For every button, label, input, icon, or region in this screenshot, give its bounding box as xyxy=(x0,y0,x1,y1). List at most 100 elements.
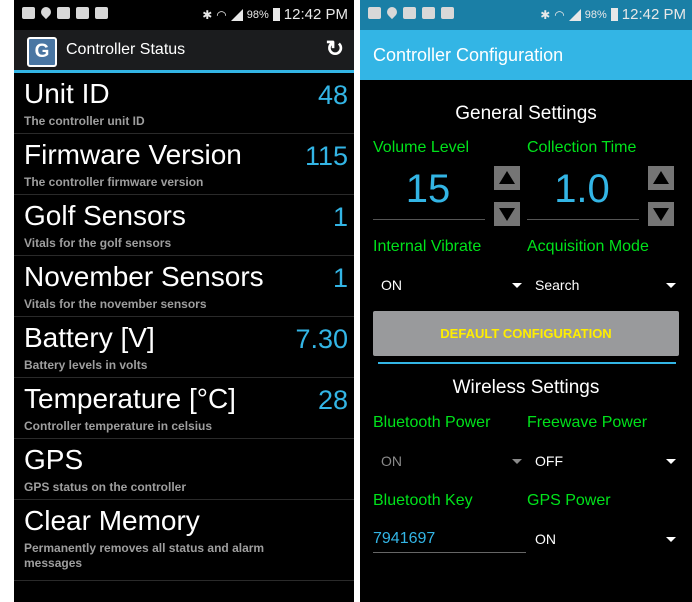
item-label: Clear Memory xyxy=(24,505,200,536)
list-item-temperature[interactable]: Temperature [°C] 28 Controller temperatu… xyxy=(14,378,354,439)
dropdown-value: Search xyxy=(535,277,580,293)
bluetooth-icon: ✱ xyxy=(540,7,551,22)
item-value: 28 xyxy=(317,385,348,415)
section-divider xyxy=(378,362,676,364)
dropdown-caret-icon xyxy=(666,459,676,464)
refresh-icon[interactable]: ↻ xyxy=(326,36,344,62)
collection-time-value[interactable]: 1.0 xyxy=(527,167,637,212)
freewave-power-dropdown[interactable]: OFF xyxy=(535,453,680,479)
item-description: The controller firmware version xyxy=(24,175,204,189)
app-g-icon xyxy=(95,7,108,19)
item-label: Unit ID xyxy=(24,78,110,109)
clock: 12:42 PM xyxy=(621,6,686,23)
list-item-firmware-version[interactable]: Firmware Version 115 The controller firm… xyxy=(14,134,354,195)
image-icon xyxy=(57,7,70,19)
controller-configuration-screen: ✱ ◠ 98% 12:42 PM Controller Configuratio… xyxy=(360,0,692,602)
list-item-golf-sensors[interactable]: Golf Sensors 1 Vitals for the golf senso… xyxy=(14,195,354,256)
wifi-icon: ◠ xyxy=(216,7,227,22)
item-description: Vitals for the golf sensors xyxy=(24,236,172,250)
battery-icon xyxy=(610,8,618,21)
clock: 12:42 PM xyxy=(283,6,348,23)
bluetooth-key-input[interactable]: 7941697 xyxy=(373,530,435,548)
signal-icon xyxy=(568,8,581,21)
dropdown-value: ON xyxy=(535,531,556,547)
acquisition-mode-label: Acquisition Mode xyxy=(527,238,649,255)
item-description: GPS status on the controller xyxy=(24,480,187,494)
collection-underline xyxy=(527,219,639,220)
item-label: November Sensors xyxy=(24,261,264,292)
item-label: Firmware Version xyxy=(24,139,242,170)
default-configuration-button[interactable]: DEFAULT CONFIGURATION xyxy=(373,311,679,356)
dropdown-value: OFF xyxy=(535,453,563,469)
action-bar: G Controller Status ↻ xyxy=(14,30,354,73)
volume-level-value[interactable]: 15 xyxy=(373,167,483,212)
general-settings-heading: General Settings xyxy=(455,103,597,124)
gps-power-label: GPS Power xyxy=(527,492,611,509)
arrow-up-icon xyxy=(653,171,669,184)
signal-icon xyxy=(230,8,243,21)
list-item-gps[interactable]: GPS GPS status on the controller xyxy=(14,439,354,500)
battery-percent: 98% xyxy=(246,8,269,21)
arrow-up-icon xyxy=(499,171,515,184)
message-icon xyxy=(22,7,35,19)
mail-icon xyxy=(422,7,435,19)
item-value: 7.30 xyxy=(295,324,348,354)
collection-time-label: Collection Time xyxy=(527,139,637,156)
item-value: 1 xyxy=(332,202,348,232)
collection-up-button[interactable] xyxy=(648,166,674,190)
location-icon xyxy=(384,4,400,20)
message-icon xyxy=(368,7,381,19)
bluetooth-icon: ✱ xyxy=(202,7,213,22)
dropdown-caret-icon xyxy=(512,459,522,464)
item-value: 1 xyxy=(332,263,348,293)
bluetooth-power-label: Bluetooth Power xyxy=(373,414,491,431)
volume-level-label: Volume Level xyxy=(373,139,470,156)
item-label: Temperature [°C] xyxy=(24,383,236,414)
bluetooth-power-dropdown[interactable]: ON xyxy=(381,453,526,479)
arrow-down-icon xyxy=(653,208,669,221)
list-item-battery[interactable]: Battery [V] 7.30 Battery levels in volts xyxy=(14,317,354,378)
page-title: Controller Configuration xyxy=(373,45,564,65)
dropdown-caret-icon xyxy=(666,537,676,542)
dropdown-value: ON xyxy=(381,453,402,469)
acquisition-mode-dropdown[interactable]: Search xyxy=(535,277,680,303)
item-value: 48 xyxy=(317,80,348,110)
controller-status-screen: ✱ ◠ 98% 12:42 PM G Controller Status ↻ U… xyxy=(14,0,354,602)
list-item-unit-id[interactable]: Unit ID 48 The controller unit ID xyxy=(14,73,354,134)
mail-icon xyxy=(76,7,89,19)
list-item-clear-memory[interactable]: Clear Memory Permanently removes all sta… xyxy=(14,500,354,581)
battery-icon xyxy=(272,8,280,21)
internal-vibrate-label: Internal Vibrate xyxy=(373,238,482,255)
bluetooth-key-label: Bluetooth Key xyxy=(373,492,473,509)
internal-vibrate-dropdown[interactable]: ON xyxy=(381,277,526,303)
item-description: Vitals for the november sensors xyxy=(24,297,207,311)
volume-underline xyxy=(373,219,485,220)
wifi-icon: ◠ xyxy=(554,7,565,22)
item-value: 115 xyxy=(304,141,348,171)
arrow-down-icon xyxy=(499,208,515,221)
dropdown-caret-icon xyxy=(512,283,522,288)
action-bar: Controller Configuration xyxy=(360,30,692,80)
freewave-power-label: Freewave Power xyxy=(527,414,648,431)
dropdown-value: ON xyxy=(381,277,402,293)
location-icon xyxy=(38,4,54,20)
status-bar: ✱ ◠ 98% 12:42 PM xyxy=(14,0,354,30)
app-logo[interactable]: G xyxy=(27,37,57,67)
app-g-icon xyxy=(441,7,454,19)
page-title: Controller Status xyxy=(66,41,186,58)
item-description: Permanently removes all status and alarm… xyxy=(24,541,265,570)
status-list: Unit ID 48 The controller unit ID Firmwa… xyxy=(14,73,354,581)
bluetooth-key-underline xyxy=(373,552,526,553)
item-description: Battery levels in volts xyxy=(24,358,148,372)
battery-percent: 98% xyxy=(584,8,607,21)
list-item-november-sensors[interactable]: November Sensors 1 Vitals for the novemb… xyxy=(14,256,354,317)
item-label: Golf Sensors xyxy=(24,200,186,231)
status-bar: ✱ ◠ 98% 12:42 PM xyxy=(360,0,692,30)
wireless-settings-heading: Wireless Settings xyxy=(452,377,600,398)
volume-up-button[interactable] xyxy=(494,166,520,190)
item-label: Battery [V] xyxy=(24,322,155,353)
item-description: The controller unit ID xyxy=(24,114,145,128)
volume-down-button[interactable] xyxy=(494,202,520,226)
gps-power-dropdown[interactable]: ON xyxy=(535,531,680,557)
collection-down-button[interactable] xyxy=(648,202,674,226)
